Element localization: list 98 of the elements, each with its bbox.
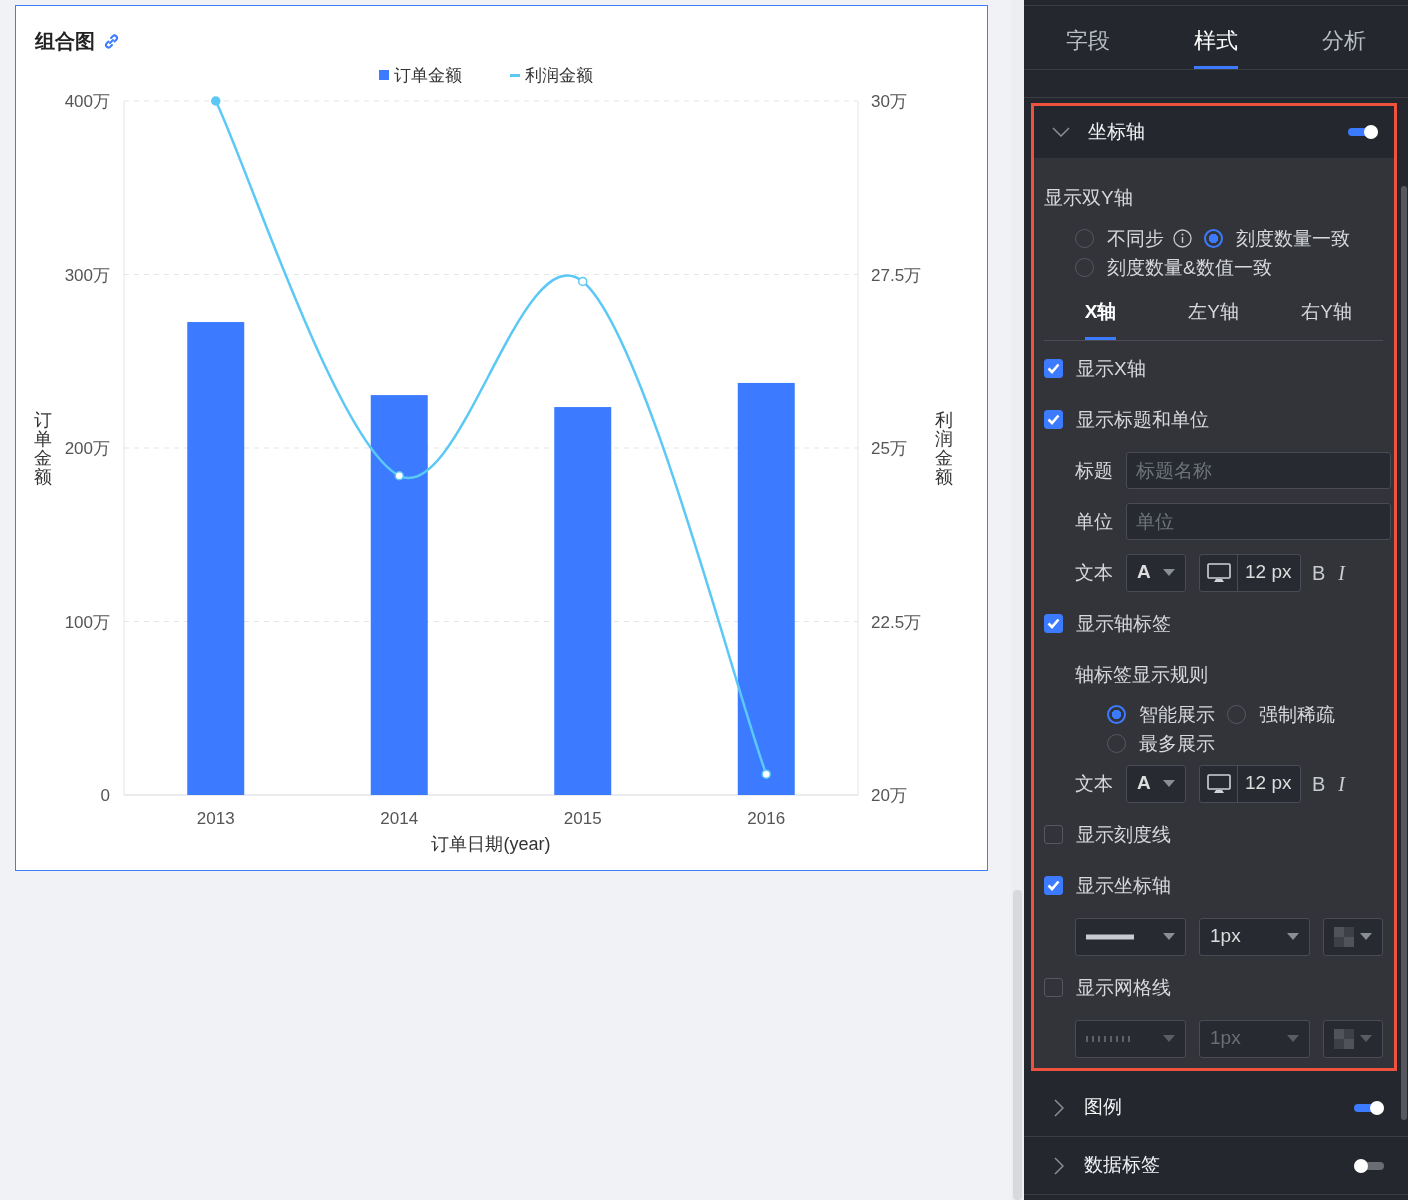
legend-label: 订单金额 <box>394 66 462 85</box>
color-dropdown[interactable] <box>1323 917 1383 956</box>
radio-label[interactable]: 刻度数量一致 <box>1236 225 1350 252</box>
axis-tick-label: 100万 <box>64 612 110 632</box>
setting-label: 轴标签显示规则 <box>1075 662 1208 687</box>
caret-icon <box>1360 933 1372 940</box>
axis-tab[interactable]: X轴 <box>1084 282 1117 340</box>
radio-label[interactable]: 不同步 <box>1107 225 1164 252</box>
axis-tick-label: 2014 <box>380 809 419 828</box>
axis-title: 订单日期(year) <box>431 834 551 854</box>
legend-swatch <box>510 74 520 77</box>
italic-button[interactable]: I <box>1338 557 1345 588</box>
checkbox[interactable] <box>1044 876 1063 895</box>
toggle-switch[interactable] <box>1354 1157 1384 1174</box>
chevron-right-icon[interactable] <box>1054 1156 1064 1175</box>
radio-label[interactable]: 强制稀疏 <box>1259 701 1335 728</box>
line-style-dropdown[interactable] <box>1075 917 1186 956</box>
color-swatch-icon <box>1334 926 1354 947</box>
axis-tick-label: 200万 <box>64 439 110 458</box>
data-point <box>761 769 771 779</box>
field-label: 文本 <box>1075 771 1114 796</box>
font-color-dropdown[interactable]: A <box>1126 764 1186 803</box>
data-point <box>211 96 221 106</box>
italic-button[interactable]: I <box>1338 768 1345 799</box>
info-icon[interactable] <box>1173 229 1192 248</box>
chevron-right-icon[interactable] <box>1054 1098 1064 1117</box>
axis-tab[interactable]: 右Y轴 <box>1301 282 1352 340</box>
caret-icon <box>1163 569 1175 576</box>
checkbox[interactable] <box>1044 359 1063 378</box>
field-label: 文本 <box>1075 560 1114 585</box>
line-sample-icon <box>1086 933 1134 940</box>
checkbox-label[interactable]: 显示标题和单位 <box>1076 406 1209 433</box>
scrollbar[interactable] <box>1401 186 1407 1120</box>
chart-title: 组合图 <box>35 29 95 54</box>
chevron-down-icon[interactable] <box>1052 127 1070 137</box>
caret-icon <box>1287 1035 1299 1042</box>
radio-button[interactable] <box>1107 705 1126 724</box>
axis-tick-label: 400万 <box>64 92 110 111</box>
axis-tick-label: 25万 <box>871 439 907 458</box>
field-label: 单位 <box>1075 509 1114 534</box>
axis-tick-label: 0 <box>100 786 110 805</box>
caret-icon <box>1163 933 1175 940</box>
axis-tick-label: 30万 <box>871 92 907 111</box>
radio-label[interactable]: 智能展示 <box>1139 701 1215 728</box>
axis-title: 订单金额 <box>34 409 52 487</box>
monitor-icon <box>1206 773 1231 794</box>
caret-icon <box>1360 1035 1372 1042</box>
axis-tick-label: 22.5万 <box>871 612 922 632</box>
section-title: 数据标签 <box>1084 1153 1160 1178</box>
checkbox[interactable] <box>1044 614 1063 633</box>
axis-tick-label: 2015 <box>563 809 602 828</box>
radio-label[interactable]: 最多展示 <box>1139 730 1215 757</box>
panel-tab[interactable]: 样式 <box>1194 6 1238 69</box>
checkbox-label[interactable]: 显示坐标轴 <box>1076 872 1171 899</box>
axis-tick-label: 20万 <box>871 786 907 805</box>
caret-icon <box>1287 933 1299 940</box>
field-label: 标题 <box>1075 458 1114 483</box>
toggle-switch[interactable] <box>1348 124 1378 140</box>
checkbox[interactable] <box>1044 978 1063 997</box>
legend-label: 利润金额 <box>525 66 593 85</box>
panel-tab[interactable]: 分析 <box>1322 6 1366 69</box>
caret-icon <box>1163 1035 1175 1042</box>
checkbox-label[interactable]: 显示刻度线 <box>1076 821 1171 848</box>
bold-button[interactable]: B <box>1312 768 1326 799</box>
section-header[interactable]: 数据标签 <box>1024 1137 1408 1195</box>
font-color-dropdown[interactable]: A <box>1126 553 1186 592</box>
section-title: 坐标轴 <box>1088 119 1145 144</box>
data-point <box>578 276 588 287</box>
axis-tick-label: 300万 <box>64 265 110 285</box>
section-title: 图例 <box>1084 1095 1122 1120</box>
axis-tick-label: 2016 <box>747 809 786 828</box>
input-field[interactable]: 标题名称 <box>1126 452 1391 489</box>
caret-icon <box>1163 780 1175 787</box>
checkbox-label[interactable]: 显示X轴 <box>1076 355 1146 382</box>
axis-tick-label: 27.5万 <box>871 265 922 285</box>
input-field[interactable]: 单位 <box>1126 503 1391 540</box>
line-width-dropdown[interactable]: 1px <box>1199 917 1310 956</box>
color-dropdown[interactable] <box>1323 1019 1383 1058</box>
axis-tab[interactable]: 左Y轴 <box>1188 282 1239 340</box>
legend-swatch <box>379 70 389 80</box>
color-swatch-icon <box>1334 1028 1354 1049</box>
setting-label: 显示双Y轴 <box>1044 186 1133 210</box>
radio-button[interactable] <box>1204 229 1223 248</box>
link-icon[interactable] <box>103 32 120 50</box>
checkbox-label[interactable]: 显示轴标签 <box>1076 610 1171 637</box>
font-size-field[interactable]: 12 px <box>1199 764 1301 803</box>
checkbox[interactable] <box>1044 410 1063 429</box>
toggle-switch[interactable] <box>1354 1099 1384 1116</box>
bold-button[interactable]: B <box>1312 557 1326 588</box>
checkbox[interactable] <box>1044 825 1063 844</box>
data-point <box>394 471 404 481</box>
font-size-field[interactable]: 12 px <box>1199 553 1301 592</box>
radio-label[interactable]: 刻度数量&数值一致 <box>1107 254 1272 281</box>
axis-tick-label: 2013 <box>196 809 235 828</box>
panel-tab[interactable]: 字段 <box>1066 6 1110 69</box>
axis-title: 利润金额 <box>935 409 953 487</box>
monitor-icon <box>1206 562 1231 583</box>
checkbox-label[interactable]: 显示网格线 <box>1076 974 1171 1001</box>
